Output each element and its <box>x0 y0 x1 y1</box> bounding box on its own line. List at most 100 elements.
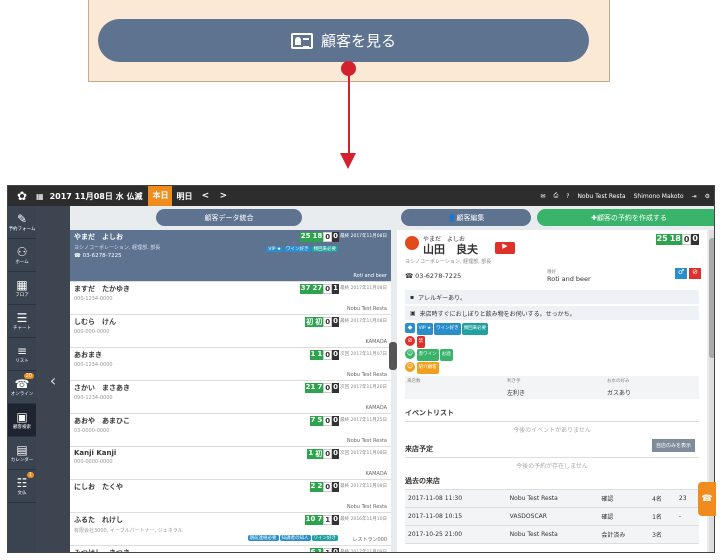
past-visit-row[interactable]: 2017-11-08 10:15 VASDOSCAR 確認 1名 - <box>405 507 699 526</box>
sidebar-item-label: チャート <box>13 326 31 331</box>
prev-day-button[interactable]: < <box>196 191 214 201</box>
customer-row-sub: 090-1234-0000 <box>74 395 113 401</box>
customer-row[interactable]: やまだ よしお ヨシノコーポレーション, 経理部, 部長 ☎ 03-6278-722… <box>70 230 391 282</box>
detail-score-2: 18 <box>668 234 682 245</box>
customer-header: やまだ よしお 山田 良夫 ▶ ヨシノコーポレーション, 経理部, 部長 ☎ 0… <box>397 230 707 288</box>
customer-row-visit: 最終 2017年11月08日 <box>340 234 387 239</box>
score-cell: 2 <box>316 482 324 492</box>
customer-row-store: Nobu Test Resta <box>346 438 387 444</box>
customer-row-store: KAMADA <box>365 339 387 345</box>
referral-icon: ☺ <box>405 362 415 372</box>
score-cell: 1 <box>316 350 324 360</box>
customer-row-visit: 次回 2017年11月07日 <box>340 352 387 357</box>
sidebar-item-7[interactable]: ▤ カレンダー <box>8 437 36 470</box>
customer-row-phone: ☎ 03-6278-7225 <box>74 253 122 259</box>
sidebar-icon: ▤ <box>16 443 28 457</box>
customer-row-sub: 有限会社3000, イーブルパートナー, ジェネラル <box>74 528 183 534</box>
score-cell: 1 <box>316 548 324 552</box>
sidebar-item-8[interactable]: ☷ 文仏 1 <box>8 470 36 503</box>
sidebar-item-0[interactable]: ✎ 予約フォーム <box>8 206 36 239</box>
sidebar-item-5[interactable]: ☎ オンライン 20 <box>8 371 36 404</box>
merge-customer-button[interactable]: 顧客データ統合 <box>156 209 302 226</box>
past-visit-cell: 確認 <box>598 490 650 508</box>
today-button[interactable]: 本日 <box>148 186 173 206</box>
detail-scroll-thumb[interactable] <box>709 238 714 358</box>
gear-icon[interactable]: ⚙ <box>705 193 710 200</box>
customer-row-sub: 000-1234-0000 <box>74 362 113 368</box>
pointer-arrowhead <box>340 153 356 169</box>
top-bar: ✿ ▦ 2017 11月08日 水 仏滅 本日 明日 < > ✉ ⎙ ? Nob… <box>8 186 714 206</box>
customer-row-sub: ヨシノコーポレーション, 経理部, 部長 <box>74 245 161 251</box>
score-cell: 37 <box>299 284 312 294</box>
score-cell: 1 <box>323 548 333 552</box>
store-name[interactable]: Nobu Test Resta <box>577 193 625 200</box>
score-cell: 0 <box>323 383 333 393</box>
sidebar-item-4[interactable]: ≡ リスト <box>8 338 36 371</box>
past-visit-row[interactable]: 2017-11-08 11:30 Nobu Test Resta 確認 4名 23 <box>405 490 699 508</box>
own-store-only-button[interactable]: 自店のみを表示 <box>651 439 695 452</box>
detail-score-4: 0 <box>691 234 699 245</box>
sidebar-badge: 1 <box>26 472 34 478</box>
reserve-empty: 今後の予約が存在しません <box>516 463 588 470</box>
events-title: イベントリスト <box>405 405 699 422</box>
list-scrollbar[interactable] <box>389 342 397 370</box>
customer-row[interactable]: しむら けん 000-000-0000 初初 0 0 最終 2017年11月08日 KAMA… <box>70 315 391 348</box>
view-customer-button[interactable]: 顧客を見る <box>98 19 589 62</box>
print-icon[interactable]: ⎙ <box>553 192 558 200</box>
score-cell: 0 <box>332 350 339 360</box>
score-cell: 0 <box>332 416 339 426</box>
score-cell: 2 <box>309 482 317 492</box>
user-name[interactable]: Shimono Makoto <box>634 193 684 200</box>
help-icon[interactable]: ? <box>566 193 569 200</box>
sidebar-badge: 20 <box>23 373 34 379</box>
sidebar-icon: ⚇ <box>16 245 28 259</box>
score-cell: 0 <box>332 548 339 552</box>
no-smoking-icon: ⊘ <box>689 268 701 279</box>
current-date[interactable]: 2017 11月08日 水 仏滅 <box>50 191 143 202</box>
sidebar-item-1[interactable]: ⚇ ホーム <box>8 239 36 272</box>
tomorrow-button[interactable]: 明日 <box>172 191 196 202</box>
events-empty: 今後のイベントがありません <box>513 427 591 434</box>
score-cell: 6 <box>309 548 317 552</box>
customer-row[interactable]: ふるた れけし 有限会社3000, イーブルパートナー, ジェネラル 10 7 1 0 最終… <box>70 513 391 546</box>
customer-tag: ワイン好き <box>284 246 311 252</box>
edit-customer-button[interactable]: 👤 顧客編集 <box>401 209 531 226</box>
customer-row-score: 7500 <box>309 416 339 426</box>
create-reservation-button[interactable]: ✚ 顧客の予約を作成する <box>537 209 714 226</box>
customer-row[interactable]: にしお たくや 2 2 0 0 最終 2017年11月08日 Nobu Test Resta <box>70 480 391 513</box>
customer-row[interactable]: みつはし きつき090-0000-00006110最終 2017年11月09日N… <box>70 546 391 552</box>
video-icon[interactable]: ▶ <box>495 242 515 254</box>
customer-row-visit: 最終 2017年11月08日 <box>340 319 387 324</box>
customer-row-store: KAMADA <box>365 405 387 411</box>
score-cell: 0 <box>323 232 333 242</box>
past-visit-cell: 会計済み <box>598 525 650 544</box>
customer-detail: やまだ よしお 山田 良夫 ▶ ヨシノコーポレーション, 経理部, 部長 ☎ 0… <box>397 230 707 552</box>
collapse-sidebar-button[interactable]: ‹ <box>36 206 70 552</box>
gender-icon: ♂ <box>675 268 687 279</box>
customer-row[interactable]: あおや あまひこ 03-0000-0000 7 5 0 0 最終 2017年11月25日 No… <box>70 414 391 447</box>
logo-icon[interactable]: ✿ <box>8 186 36 206</box>
customer-row[interactable]: Kanji Kanji 000-0000-0000 1 初 0 0 次回 2017年11月0… <box>70 447 391 480</box>
customer-row[interactable]: ますだ たかゆき 000-1234-0000 37 27 0 1 最終 2017年11月08… <box>70 282 391 315</box>
phone-tab-button[interactable]: ☎ <box>698 482 716 516</box>
customer-row-sub: 000-0000-0000 <box>74 459 113 465</box>
detail-tag-wine: ワイン好き <box>434 323 461 335</box>
exit-icon[interactable]: ⇥ <box>692 193 697 200</box>
comment-icon: ▪ <box>410 293 415 301</box>
mail-icon[interactable]: ✉ <box>540 193 545 200</box>
sidebar-item-6[interactable]: ▣ 顧客検索 <box>8 404 36 437</box>
score-cell: 18 <box>311 232 324 242</box>
next-day-button[interactable]: > <box>214 191 232 201</box>
score-cell: 10 <box>304 515 317 525</box>
customer-row[interactable]: あおまき 000-1234-0000 1 1 0 0 次回 2017年11月07日 Nobu … <box>70 348 391 381</box>
past-visit-cell: 2017-10-25 21:00 <box>405 525 507 544</box>
score-cell: 初 <box>305 317 315 327</box>
sidebar-item-2[interactable]: ▦ フロア <box>8 272 36 305</box>
note-text: 来店時すぐにおしぼりと飲み物をお伺いする。せっかち。 <box>419 310 576 318</box>
customer-row-score: 2200 <box>309 482 339 492</box>
score-cell: 初 <box>314 317 324 327</box>
past-visit-row[interactable]: 2017-10-25 21:00 Nobu Test Resta 会計済み 3名 <box>405 525 699 544</box>
customer-row[interactable]: さかい まさあき 090-1234-0000 21 7 0 0 次回 2017年11月20日… <box>70 381 391 414</box>
past-visit-cell: 2017-11-08 10:15 <box>405 507 507 526</box>
sidebar-item-3[interactable]: ☰ チャート <box>8 305 36 338</box>
